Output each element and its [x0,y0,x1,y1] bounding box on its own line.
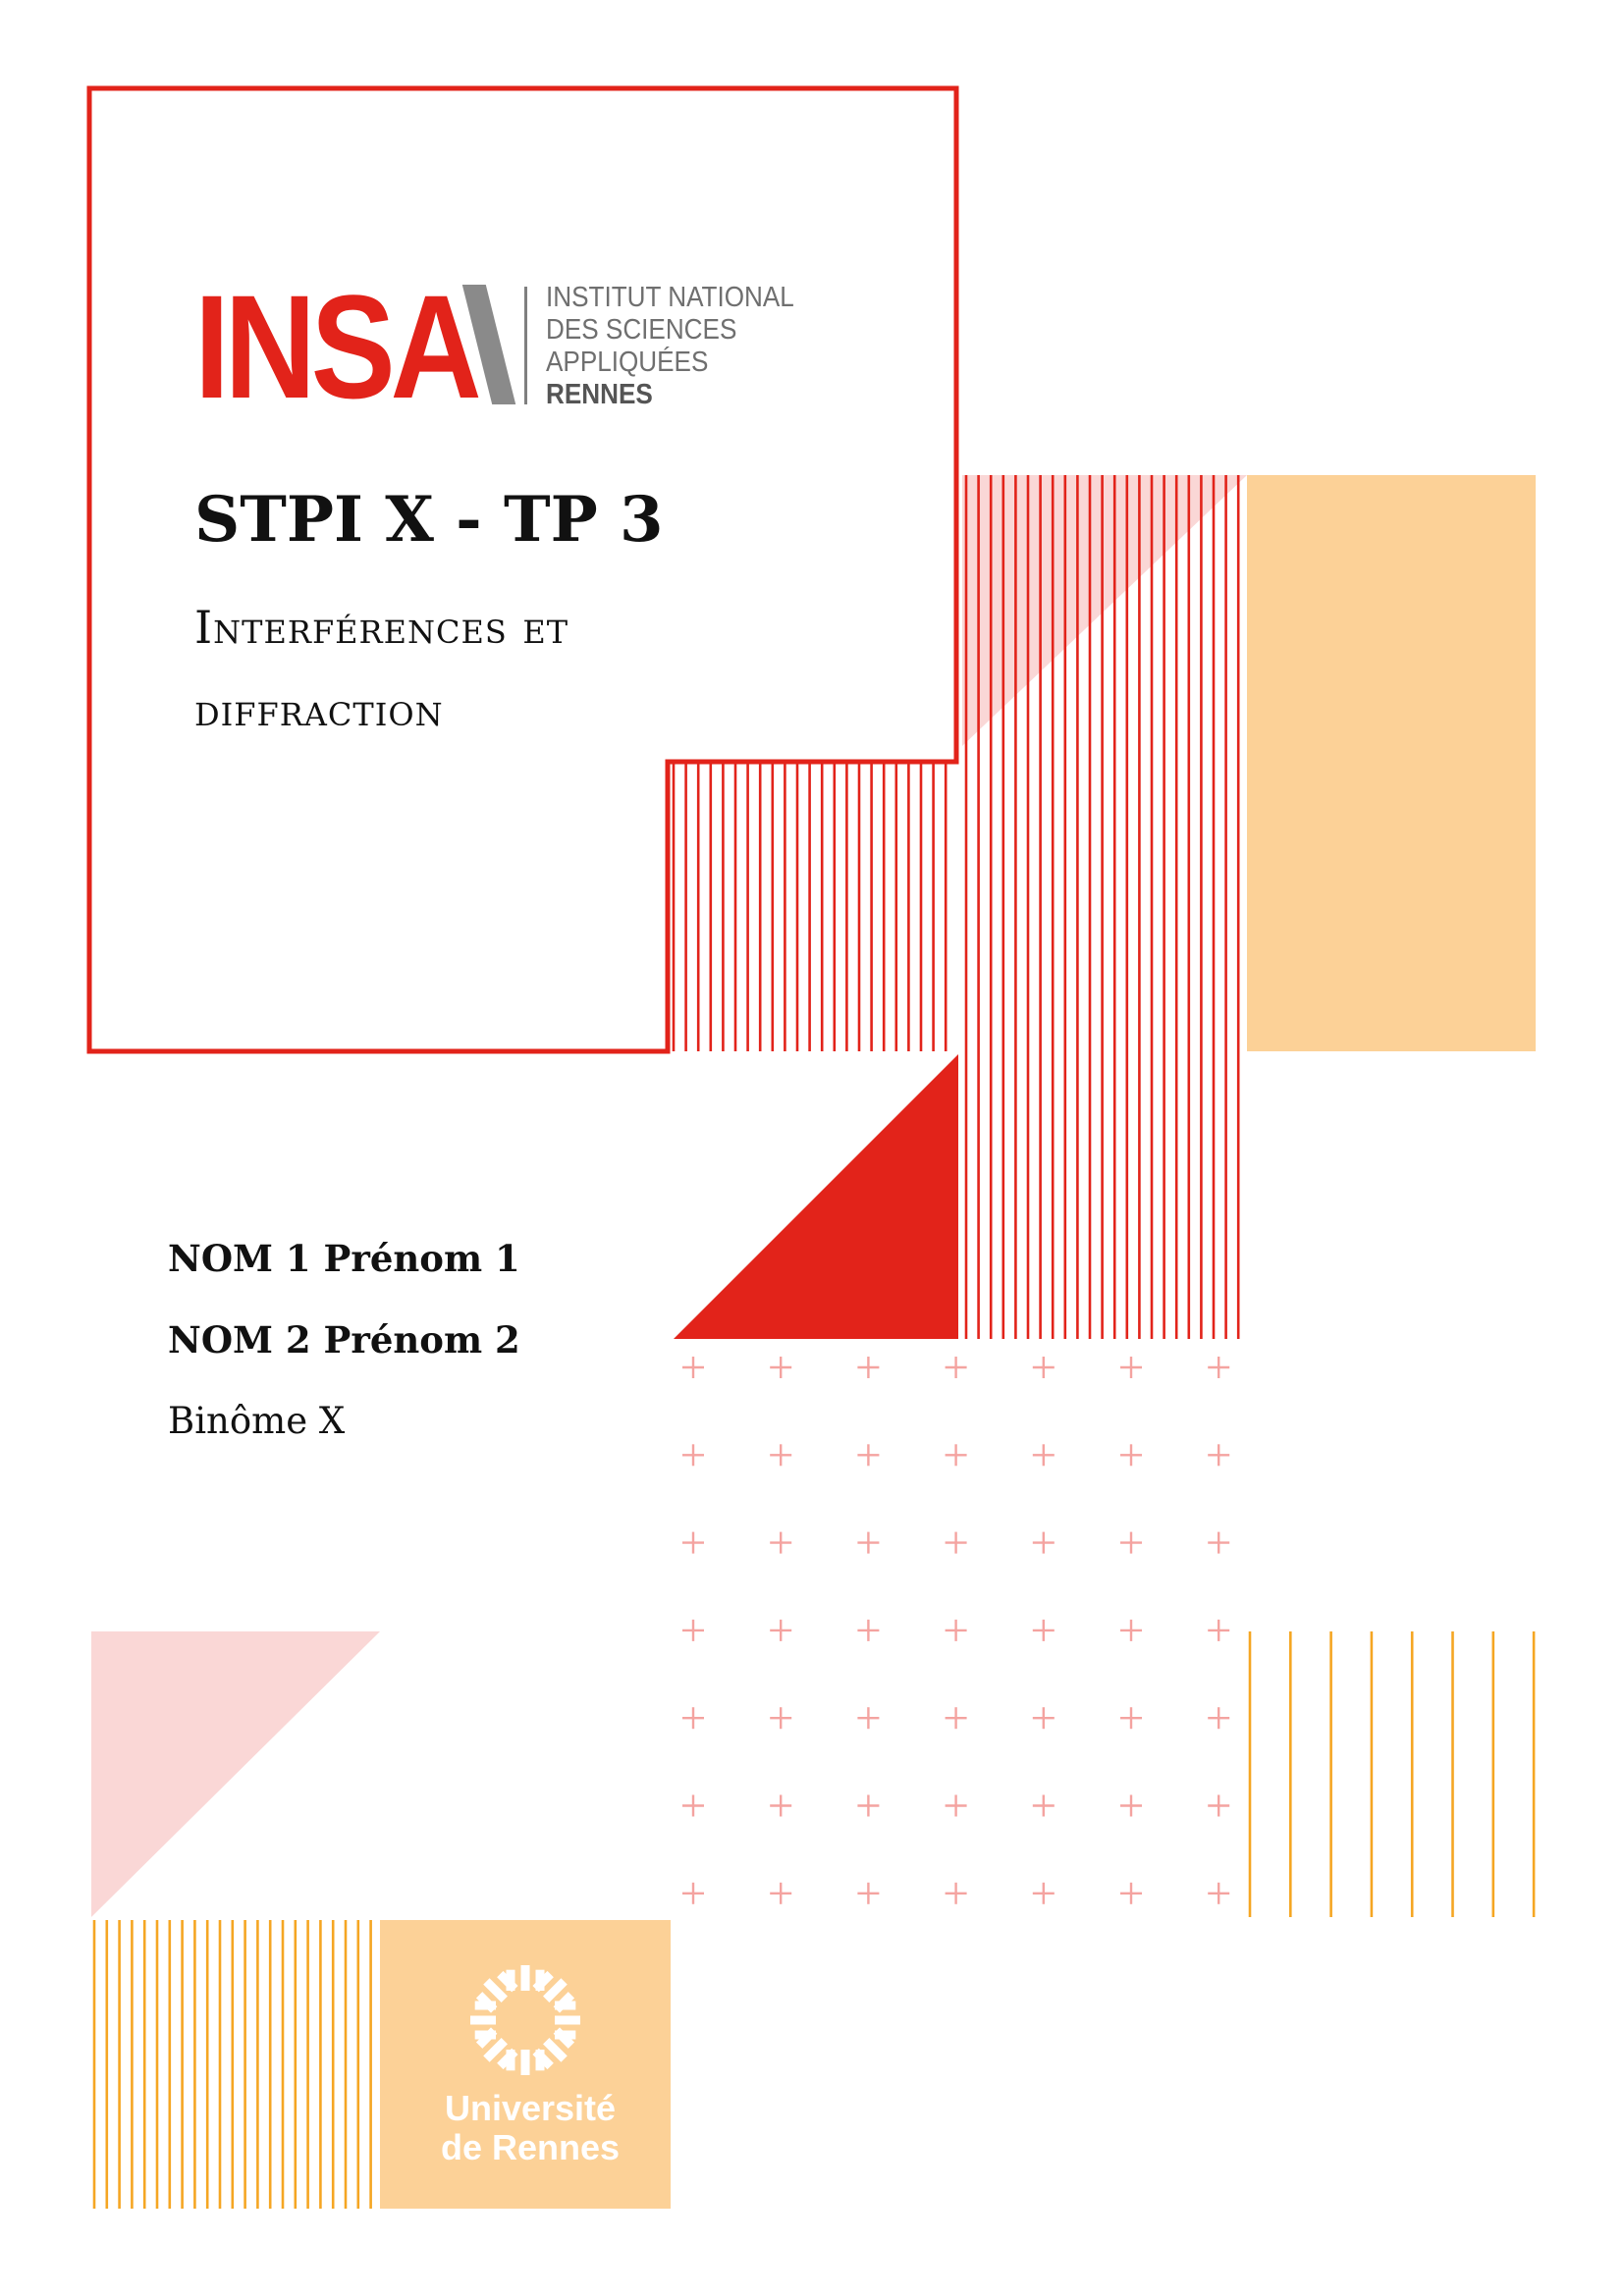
plus-icon [945,1619,967,1641]
plus-icon [1208,1882,1230,1904]
insa-name-line-1: INSTITUT NATIONAL [546,282,794,313]
plus-icon [1120,1619,1142,1641]
university-name: Université de Rennes [383,2089,677,2167]
plus-icon [1120,1707,1142,1730]
plus-icon [945,1794,967,1817]
plus-icon [1208,1357,1230,1378]
plus-icon [1032,1531,1055,1554]
orange-stripes-bottom [92,1920,372,2209]
student-name-1: NOM 1 Prénom 1 [168,1237,520,1280]
plus-icon [770,1531,792,1554]
plus-icon [945,1707,967,1730]
title-frame [86,85,959,1054]
plus-icon [1208,1444,1230,1467]
plus-icon [857,1619,880,1641]
orange-stripes-right [1248,1631,1536,1917]
plus-icon [1208,1707,1230,1730]
plus-icon [1120,1531,1142,1554]
plus-icon [682,1707,704,1730]
insa-divider [524,287,527,404]
plus-icon [1032,1794,1055,1817]
insa-name-line-3: APPLIQUÉES [546,347,709,378]
plus-icon [682,1357,704,1378]
plus-icon [1120,1882,1142,1904]
plus-icon [945,1444,967,1467]
plus-icon [1032,1707,1055,1730]
red-stripes-lower [672,764,947,1051]
plus-icon [682,1531,704,1554]
plus-icon [682,1619,704,1641]
pink-triangle-top [962,475,1247,746]
plus-icon [770,1882,792,1904]
plus-icon [682,1882,704,1904]
plus-icon [857,1357,880,1378]
university-name-line-2: de Rennes [440,2127,621,2167]
plus-icon [1032,1357,1055,1378]
plus-grid [682,1357,1230,1904]
plus-icon [1120,1794,1142,1817]
plus-icon [770,1357,792,1378]
plus-icon [857,1707,880,1730]
plus-icon [857,1794,880,1817]
pink-triangle-bottom [91,1631,380,1917]
plus-icon [682,1444,704,1467]
plus-icon [945,1531,967,1554]
plus-icon [770,1619,792,1641]
subtitle-line-2: diffraction [194,683,444,736]
plus-icon [1032,1619,1055,1641]
plus-icon [857,1444,880,1467]
plus-icon [1208,1619,1230,1641]
plus-icon [682,1794,704,1817]
plus-icon [945,1357,967,1378]
document-subtitle: Interférences et diffraction [194,586,568,751]
plus-icon [857,1882,880,1904]
plus-icon [857,1531,880,1554]
plus-icon [770,1794,792,1817]
student-name-2: NOM 2 Prénom 2 [168,1318,520,1362]
plus-icon [1032,1444,1055,1467]
plus-icon [1120,1444,1142,1467]
document-title: STPI X - TP 3 [194,483,664,557]
university-name-line-1: Université [444,2088,617,2128]
red-triangle [674,1054,958,1339]
insa-name-line-2: DES SCIENCES [546,314,737,346]
subtitle-line-1: Interférences et [194,601,569,654]
plus-icon [1120,1357,1142,1378]
plus-icon [1032,1882,1055,1904]
plus-icon [1208,1531,1230,1554]
insa-wordmark: INSA [194,264,482,429]
orange-block-top [1247,475,1536,1051]
group-label: Binôme X [168,1400,346,1442]
plus-icon [770,1707,792,1730]
plus-icon [1208,1794,1230,1817]
insa-name-line-4: RENNES [546,379,653,410]
plus-icon [945,1882,967,1904]
plus-icon [770,1444,792,1467]
